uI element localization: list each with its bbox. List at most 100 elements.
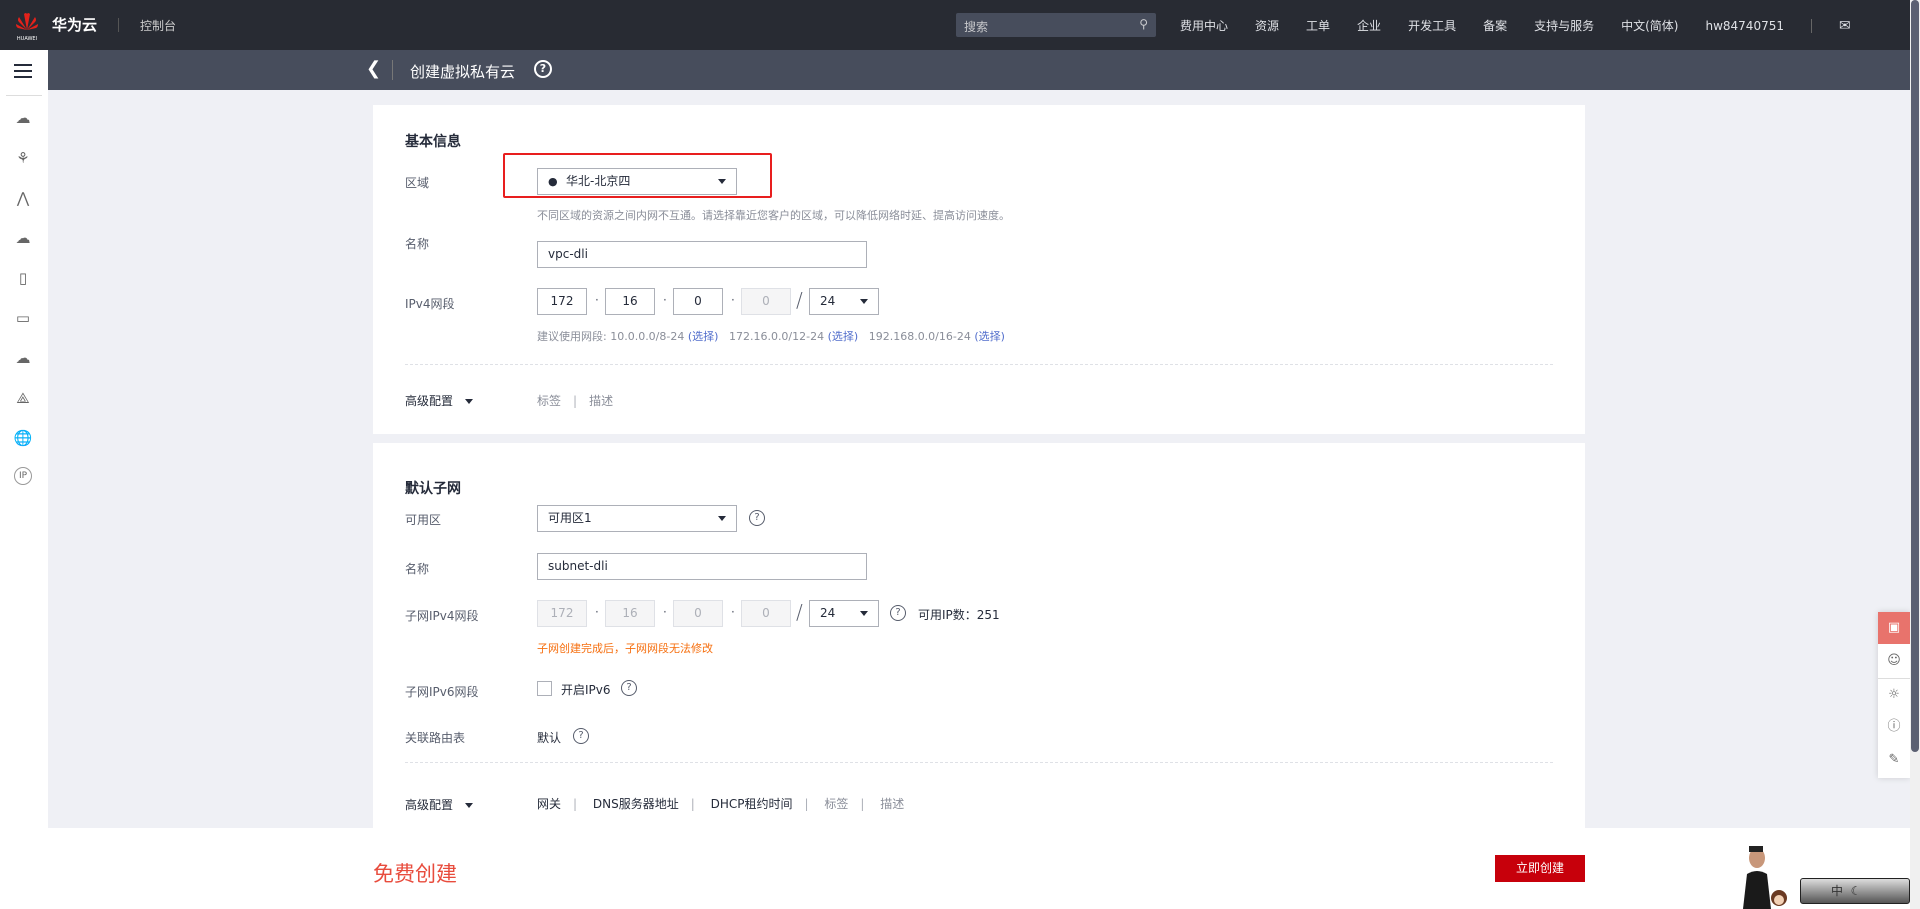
tab-tags[interactable]: 标签 <box>824 797 848 811</box>
tab-tags[interactable]: 标签 <box>537 394 561 408</box>
divider <box>1810 18 1812 33</box>
help-icon[interactable]: ⓘ <box>1878 711 1910 743</box>
cloud-server-icon[interactable]: ☁ <box>12 107 34 129</box>
nav-user[interactable]: hw84740751 <box>1705 19 1784 33</box>
tab-description[interactable]: 描述 <box>589 394 613 408</box>
nav-billing[interactable]: 费用中心 <box>1180 17 1228 34</box>
svg-text:HUAWEI: HUAWEI <box>17 36 37 42</box>
help-icon[interactable]: ? <box>534 60 552 78</box>
region-hint: 不同区域的资源之间内网不互通。请选择靠近您客户的区域，可以降低网络时延、提高访问… <box>537 209 1010 222</box>
scrollbar-thumb[interactable] <box>1911 0 1919 752</box>
feedback-icon[interactable]: ✎ <box>1878 744 1910 776</box>
ipv6-checkbox[interactable] <box>537 681 552 696</box>
route-table-value: 默认 <box>537 731 562 745</box>
globe-icon[interactable]: 🌐 <box>12 427 34 449</box>
search-input[interactable]: 搜索 ⚲ <box>956 13 1156 37</box>
default-subnet-card: 默认子网 可用区 可用区1 ? 名称 subnet-dli 子网IPv4网段 1… <box>373 443 1585 828</box>
cloud-link-icon[interactable]: ☁ <box>12 347 34 369</box>
page-header: ❮ 创建虚拟私有云 ? <box>48 50 1910 90</box>
subnet-ipv4-label: 子网IPv4网段 <box>405 609 479 623</box>
az-value: 可用区1 <box>548 511 592 525</box>
ipv6-checkbox-label[interactable]: 开启IPv6 <box>561 681 611 698</box>
tab-dhcp-lease[interactable]: DHCP租约时间 <box>711 797 793 811</box>
ime-mode[interactable]: 中 <box>1831 884 1843 898</box>
select-link[interactable]: (选择) <box>688 330 719 343</box>
ime-tray[interactable]: 中 ☾ <box>1800 878 1910 904</box>
subnet-octet-4[interactable]: 0 <box>741 600 791 627</box>
advanced-label: 高级配置 <box>405 798 454 812</box>
nav-language[interactable]: 中文(简体) <box>1621 17 1678 34</box>
section-title: 默认子网 <box>405 481 461 497</box>
mask-select[interactable]: 24 <box>809 288 879 315</box>
floating-toolbar: ▣ ☺ ☼ ⓘ ✎ <box>1878 612 1910 778</box>
basic-info-card: 基本信息 区域 ● 华北-北京四 不同区域的资源之间内网不互通。请选择靠近您客户… <box>373 105 1585 434</box>
cluster-icon[interactable]: ⚘ <box>12 147 34 169</box>
divider <box>6 95 42 96</box>
help-icon[interactable]: ? <box>573 728 589 744</box>
tab-dns[interactable]: DNS服务器地址 <box>593 797 679 811</box>
subnet-octet-3[interactable]: 0 <box>673 600 723 627</box>
ipv4-octet-3[interactable]: 0 <box>673 288 723 315</box>
top-nav: 费用中心 资源 工单 企业 开发工具 备案 支持与服务 中文(简体) hw847… <box>1180 17 1851 34</box>
device-icon[interactable]: ▯ <box>12 267 34 289</box>
region-label: 区域 <box>405 176 430 190</box>
devices-icon[interactable]: ▭ <box>12 307 34 329</box>
select-link[interactable]: (选择) <box>974 330 1005 343</box>
region-select[interactable]: ● 华北-北京四 <box>537 168 737 195</box>
help-icon[interactable]: ? <box>890 605 906 621</box>
ip-icon[interactable]: IP <box>14 467 32 485</box>
tab-gateway[interactable]: 网关 <box>537 797 561 811</box>
az-select[interactable]: 可用区1 <box>537 505 737 532</box>
vpc-name-input[interactable]: vpc-dli <box>537 241 867 268</box>
chat-icon[interactable]: ▣ <box>1878 612 1910 644</box>
slash: / <box>796 600 803 624</box>
headset-icon[interactable]: ☼ <box>1878 678 1910 710</box>
ipv4-octet-1[interactable]: 172 <box>537 288 587 315</box>
search-placeholder: 搜索 <box>964 20 989 34</box>
caret-down-icon <box>465 803 474 808</box>
dot: · <box>731 605 735 619</box>
nav-icp[interactable]: 备案 <box>1483 17 1507 34</box>
divider <box>118 18 119 32</box>
nav-support[interactable]: 支持与服务 <box>1534 17 1594 34</box>
search-icon[interactable]: ⚲ <box>1139 17 1148 31</box>
brand-name[interactable]: 华为云 <box>52 14 97 35</box>
suggest-cidr: 10.0.0.0/8-24 <box>610 330 685 343</box>
subnet-octet-1: 172 <box>537 600 587 627</box>
create-now-button[interactable]: 立即创建 <box>1495 855 1585 882</box>
dot: · <box>663 293 667 307</box>
divider <box>392 60 393 80</box>
mail-icon[interactable]: ✉ <box>1839 18 1851 34</box>
tent-icon[interactable]: ⟁ <box>12 387 34 409</box>
service-sidebar: ☁ ⚘ ⋀ ☁ ▯ ▭ ☁ ⟁ 🌐 IP <box>0 50 48 909</box>
menu-icon[interactable] <box>14 64 32 82</box>
advanced-label: 高级配置 <box>405 394 454 408</box>
chevron-down-icon <box>860 611 868 616</box>
nav-tickets[interactable]: 工单 <box>1306 17 1330 34</box>
dot: · <box>663 605 667 619</box>
tab-description[interactable]: 描述 <box>880 797 904 811</box>
advanced-toggle[interactable]: 高级配置 <box>405 796 474 813</box>
ipv4-octet-2[interactable]: 16 <box>605 288 655 315</box>
chevron-down-icon <box>718 179 726 184</box>
nav-resources[interactable]: 资源 <box>1255 17 1279 34</box>
huawei-logo[interactable]: HUAWEI <box>14 10 40 42</box>
top-header: HUAWEI 华为云 控制台 搜索 ⚲ 费用中心 资源 工单 企业 开发工具 备案… <box>0 0 1920 50</box>
subnet-mask-select[interactable]: 24 <box>809 600 879 627</box>
cloud-disk-icon[interactable]: ☁ <box>12 227 34 249</box>
help-icon[interactable]: ? <box>621 680 637 696</box>
subnet-name-input[interactable]: subnet-dli <box>537 553 867 580</box>
nav-enterprise[interactable]: 企业 <box>1357 17 1381 34</box>
advanced-toggle[interactable]: 高级配置 <box>405 392 474 409</box>
subnet-octet-2: 16 <box>605 600 655 627</box>
back-icon[interactable]: ❮ <box>366 58 381 79</box>
nav-dev-tools[interactable]: 开发工具 <box>1408 17 1456 34</box>
footer-bar: 免费创建 立即创建 <box>48 828 1910 909</box>
select-link[interactable]: (选择) <box>828 330 859 343</box>
chevron-down-icon <box>718 516 726 521</box>
slash: / <box>796 288 803 312</box>
console-link[interactable]: 控制台 <box>140 17 176 34</box>
wave-icon[interactable]: ⋀ <box>12 187 34 209</box>
smiley-icon[interactable]: ☺ <box>1878 645 1910 677</box>
help-icon[interactable]: ? <box>749 510 765 526</box>
